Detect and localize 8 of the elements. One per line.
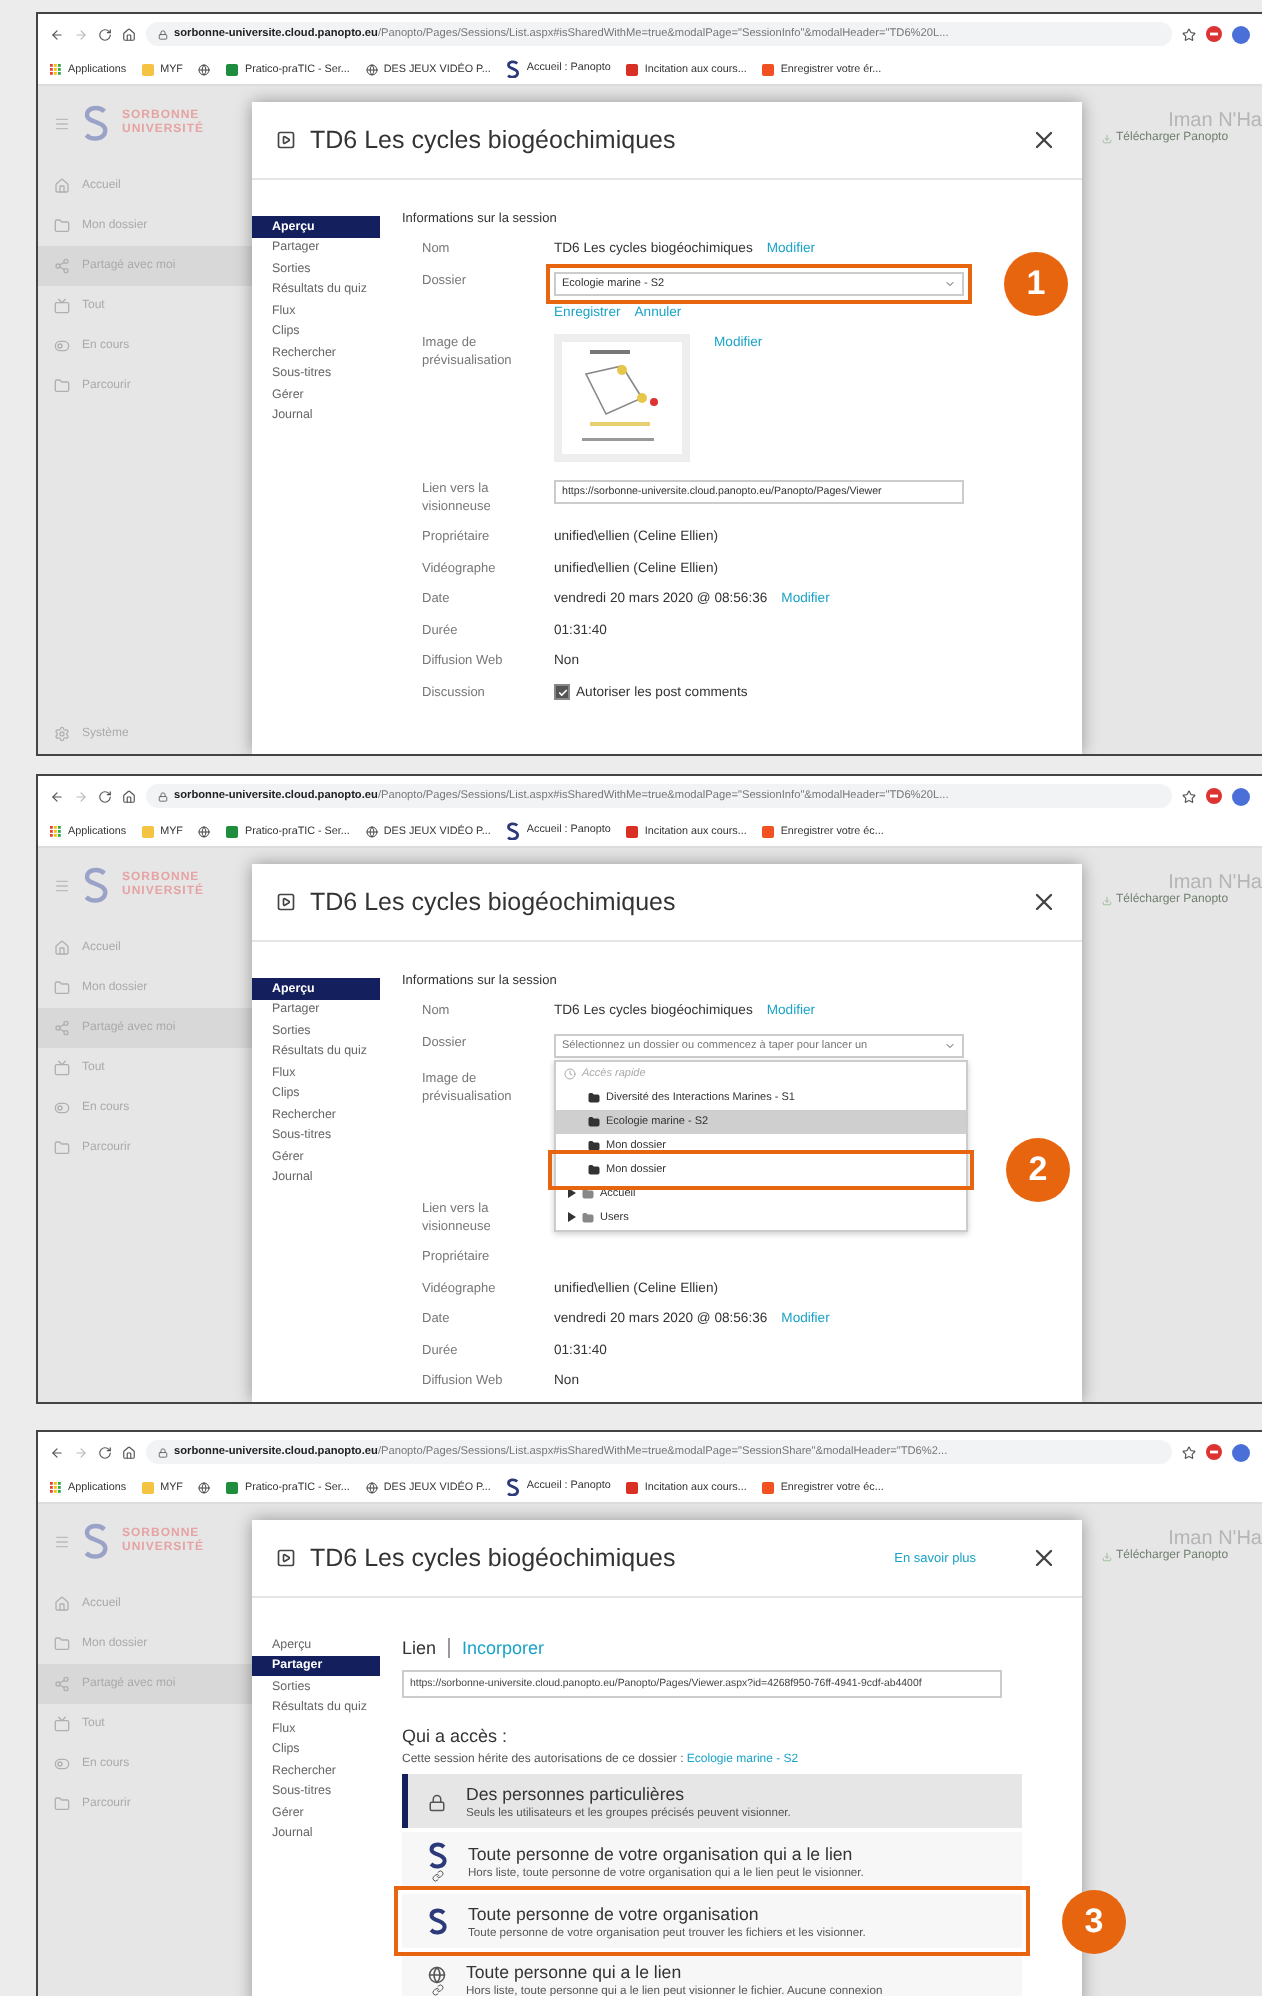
share-mode-tab[interactable]: Lien: [402, 1638, 437, 1658]
section-heading: Qui a accès :: [402, 1726, 510, 1746]
dialog-title: TD6 Les cycles biogéochimiques: [310, 888, 678, 916]
dialog-title: TD6 Les cycles biogéochimiques: [310, 1544, 678, 1572]
dialog-title: TD6 Les cycles biogéochimiques: [310, 126, 678, 154]
step-number: 1: [1004, 251, 1068, 315]
step-number: 3: [1062, 1889, 1126, 1953]
step-number: 2: [1006, 1137, 1070, 1201]
